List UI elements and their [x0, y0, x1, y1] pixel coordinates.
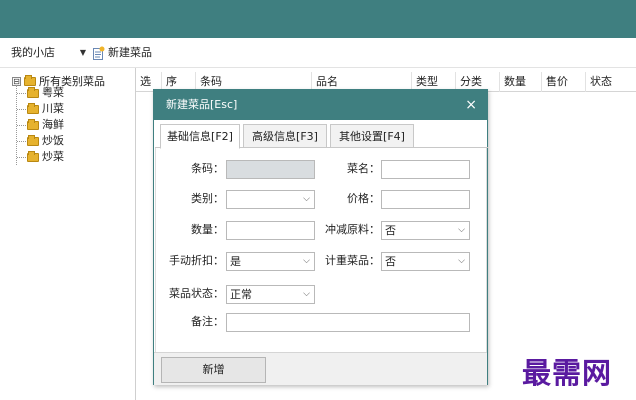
manual-discount-value: 是	[230, 255, 241, 268]
category-tree: ⊟ 所有类别菜品 粤菜 川菜 海鲜 炒饭 炒菜	[6, 68, 136, 400]
folder-icon	[27, 86, 39, 98]
tab-basic-info[interactable]: 基础信息[F2]	[160, 124, 240, 149]
name-input[interactable]	[381, 160, 470, 179]
tree-item-stir-fry[interactable]: 炒菜	[17, 149, 64, 165]
dialog-tabs: 基础信息[F2] 高级信息[F3] 其他设置[F4]	[155, 124, 488, 149]
price-input[interactable]	[381, 190, 470, 209]
tree-item-fried-rice[interactable]: 炒饭	[17, 133, 64, 149]
deduct-material-value: 否	[385, 224, 396, 237]
folder-icon	[27, 150, 39, 162]
dish-status-value: 正常	[230, 288, 252, 301]
weighed-dish-label: 计重菜品：	[325, 254, 380, 267]
dialog-title: 新建菜品[Esc]	[166, 98, 238, 111]
tree-item-chuan[interactable]: 川菜	[17, 101, 64, 117]
toolbar: 我的小店 ▼ 新建菜品	[0, 38, 636, 68]
basic-info-form: 条码： 菜名： 类别： ⌵ 价格： 数量： 冲减原料： 否 ⌵ 手动折扣： 是 …	[155, 148, 487, 352]
folder-icon	[27, 102, 39, 114]
chevron-down-icon: ▼	[79, 48, 86, 57]
dialog-title-bar: 新建菜品[Esc] ×	[154, 90, 487, 120]
deduct-material-select[interactable]: 否 ⌵	[381, 221, 470, 240]
tree-item-label: 炒菜	[42, 150, 64, 163]
column-header-status[interactable]: 状态	[586, 72, 632, 92]
shop-select-value: 我的小店	[11, 46, 55, 59]
tab-advanced-info[interactable]: 高级信息[F3]	[243, 124, 327, 148]
dish-status-select[interactable]: 正常 ⌵	[226, 285, 315, 304]
weighed-dish-select[interactable]: 否 ⌵	[381, 252, 470, 271]
chevron-down-icon: ⌵	[303, 289, 310, 299]
chevron-down-icon: ⌵	[303, 256, 310, 266]
add-button[interactable]: 新增	[161, 357, 266, 383]
name-label: 菜名：	[347, 162, 380, 175]
tree-item-label: 粤菜	[42, 86, 64, 99]
tree-item-label: 炒饭	[42, 134, 64, 147]
category-label: 类别：	[191, 192, 224, 205]
quantity-input[interactable]	[226, 221, 315, 240]
barcode-input[interactable]	[226, 160, 315, 179]
remark-label: 备注：	[191, 315, 224, 328]
deduct-material-label: 冲减原料：	[325, 223, 380, 236]
new-dish-dialog: 新建菜品[Esc] × 基础信息[F2] 高级信息[F3] 其他设置[F4] 条…	[153, 89, 488, 385]
new-dish-label: 新建菜品	[108, 46, 152, 59]
price-label: 价格：	[347, 192, 380, 205]
column-header-price[interactable]: 售价	[542, 72, 586, 92]
manual-discount-select[interactable]: 是 ⌵	[226, 252, 315, 271]
tree-item-seafood[interactable]: 海鲜	[17, 117, 64, 133]
new-dish-button[interactable]: 新建菜品	[92, 43, 152, 63]
chevron-down-icon: ⌵	[303, 194, 310, 204]
tree-children: 粤菜 川菜 海鲜 炒饭 炒菜	[16, 85, 64, 165]
chevron-down-icon: ⌵	[458, 225, 465, 235]
manual-discount-label: 手动折扣：	[169, 254, 224, 267]
weighed-dish-value: 否	[385, 255, 396, 268]
close-icon[interactable]: ×	[465, 90, 477, 120]
dish-status-label: 菜品状态：	[169, 287, 224, 300]
chevron-down-icon: ⌵	[458, 256, 465, 266]
column-header-quantity[interactable]: 数量	[500, 72, 542, 92]
new-document-icon	[92, 46, 105, 60]
quantity-label: 数量：	[191, 223, 224, 236]
category-select[interactable]: ⌵	[226, 190, 315, 209]
folder-icon	[27, 134, 39, 146]
remark-input[interactable]	[226, 313, 470, 332]
dialog-footer: 新增	[154, 352, 487, 385]
tree-item-yue[interactable]: 粤菜	[17, 85, 64, 101]
tab-other-settings[interactable]: 其他设置[F4]	[330, 124, 414, 148]
tree-item-label: 川菜	[42, 102, 64, 115]
watermark: 最需网	[522, 356, 613, 390]
tree-item-label: 海鲜	[42, 118, 64, 131]
barcode-label: 条码：	[191, 162, 224, 175]
app-header-bar	[0, 0, 636, 38]
folder-icon	[27, 118, 39, 130]
shop-select[interactable]: 我的小店 ▼	[8, 44, 88, 62]
